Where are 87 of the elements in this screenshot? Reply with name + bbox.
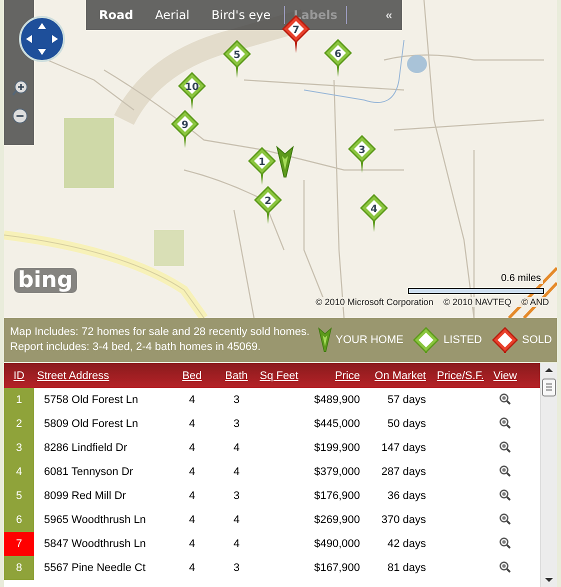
zoom-in-icon[interactable] [498, 464, 510, 476]
bed-cell-text: 4 [188, 442, 196, 454]
id-cell: 8 [4, 556, 34, 580]
park-area [64, 118, 114, 188]
pond-shape [407, 55, 427, 73]
bath-cell-text: 3 [232, 418, 241, 430]
bath-cell-text: 4 [232, 514, 241, 526]
id-cell: 1 [4, 388, 34, 412]
column-header[interactable]: Price/S.F. [436, 370, 484, 382]
zoom-in-icon[interactable] [12, 80, 28, 96]
map-credit: © AND [521, 297, 549, 307]
price-cell-text: $445,000 [313, 418, 361, 430]
map-view-tab[interactable]: Bird's eye [202, 6, 280, 24]
days-cell-text: 50 days [386, 418, 427, 430]
bed-cell-text: 4 [188, 394, 196, 406]
park-area [154, 230, 184, 266]
bed-cell-text: 4 [188, 490, 196, 502]
column-header[interactable]: Price [334, 370, 360, 382]
address-cell-text: 5758 Old Forest Ln [43, 394, 140, 406]
price-cell-text: $489,900 [313, 394, 361, 406]
map-view-tab[interactable]: Road [90, 6, 142, 24]
column-header[interactable]: ID [14, 370, 24, 382]
price-cell-text: $167,900 [313, 562, 361, 574]
id-cell: 7 [4, 532, 34, 556]
collapse-button[interactable]: « [376, 0, 402, 30]
column-header[interactable]: On Market [374, 370, 426, 382]
summary-text: Report includes: 3-4 bed, 2-4 bath homes in 45069. [10, 341, 262, 354]
address-cell-text: 5847 Woodthrush Ln [43, 538, 147, 550]
zoom-in-icon[interactable] [498, 392, 510, 404]
zoom-out-icon[interactable] [12, 108, 28, 124]
map-logo: bing [14, 268, 77, 293]
days-cell-text: 81 days [386, 562, 427, 574]
price-cell-text: $379,000 [313, 466, 361, 478]
address-cell-text: 5809 Old Forest Ln [43, 418, 140, 430]
days-cell-text: 36 days [386, 490, 427, 502]
price-cell-text: $269,900 [313, 514, 361, 526]
days-cell-text: 42 days [386, 538, 427, 550]
days-cell-text: 370 days [380, 514, 427, 526]
bath-cell-text: 4 [232, 466, 241, 478]
bath-cell-text: 4 [232, 442, 241, 454]
days-cell-text: 147 days [380, 442, 427, 454]
zoom-in-icon[interactable] [498, 536, 510, 548]
bath-cell-text: 3 [232, 394, 241, 406]
bed-cell-text: 4 [188, 538, 196, 550]
pan-control-icon[interactable] [19, 16, 65, 62]
address-cell-text: 5965 Woodthrush Ln [43, 514, 147, 526]
id-cell: 3 [4, 436, 34, 460]
bed-cell-text: 4 [188, 466, 196, 478]
price-cell-text: $490,000 [313, 538, 361, 550]
map-credit: © 2010 Microsoft Corporation [316, 297, 434, 307]
zoom-in-icon[interactable] [498, 416, 510, 428]
address-cell-text: 5567 Pine Needle Ct [43, 562, 147, 574]
bath-cell-text: 4 [232, 538, 241, 550]
address-cell-text: 6081 Tennyson Dr [43, 466, 134, 478]
scrollbar[interactable] [540, 363, 557, 587]
id-cell: 5 [4, 484, 34, 508]
bed-cell-text: 4 [188, 562, 196, 574]
bed-cell-text: 4 [188, 418, 196, 430]
address-cell-text: 8286 Lindfield Dr [43, 442, 128, 454]
bed-cell-text: 4 [188, 514, 196, 526]
zoom-in-icon[interactable] [498, 440, 510, 452]
column-header[interactable]: Street Address [37, 370, 110, 382]
id-cell: 6 [4, 508, 34, 532]
days-cell-text: 287 days [380, 466, 427, 478]
column-header[interactable]: View [493, 370, 517, 382]
id-cell: 2 [4, 412, 34, 436]
price-cell-text: $176,900 [313, 490, 361, 502]
legend-label: SOLD [522, 334, 552, 346]
address-cell-text: 8099 Red Mill Dr [43, 490, 127, 502]
scale-label: 0.6 miles [498, 273, 543, 284]
zoom-in-icon[interactable] [498, 488, 510, 500]
map-credit: © 2010 NAVTEQ [443, 297, 512, 307]
legend-label: YOUR HOME [336, 334, 404, 346]
price-cell-text: $199,900 [313, 442, 361, 454]
id-cell: 4 [4, 460, 34, 484]
column-header[interactable]: Bath [225, 370, 248, 382]
bath-cell-text: 3 [232, 490, 241, 502]
column-header[interactable]: Bed [182, 370, 202, 382]
days-cell-text: 57 days [386, 394, 427, 406]
home-marker-icon[interactable] [276, 145, 294, 179]
legend-label: LISTED [443, 334, 482, 346]
map-view-tab[interactable]: Aerial [146, 6, 199, 24]
bath-cell-text: 3 [232, 562, 241, 574]
zoom-in-icon[interactable] [498, 560, 510, 572]
column-header[interactable]: Sq Feet [260, 370, 298, 382]
zoom-in-icon[interactable] [498, 512, 510, 524]
summary-text: Map Includes: 72 homes for sale and 28 recently sold homes. [10, 326, 310, 339]
